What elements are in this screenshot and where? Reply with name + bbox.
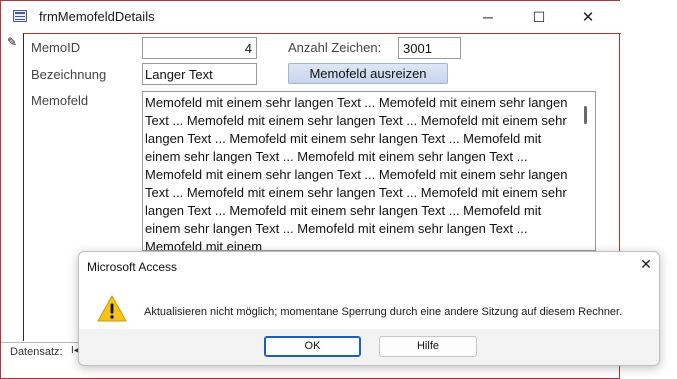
record-selector[interactable]: ✎: [1, 33, 24, 341]
bezeichnung-label: Bezeichnung: [31, 67, 107, 82]
memofeld-ausreizen-button[interactable]: Memofeld ausreizen: [288, 63, 448, 84]
record-navigation-label: Datensatz:: [10, 346, 63, 358]
anzahl-zeichen-label: Anzahl Zeichen:: [288, 40, 382, 55]
maximize-button[interactable]: ☐: [518, 1, 560, 33]
dialog-title-bar[interactable]: Microsoft Access ✕: [79, 252, 659, 282]
message-dialog: Microsoft Access ✕ Aktualisieren nicht m…: [78, 251, 660, 366]
anzahl-zeichen-field[interactable]: 3001: [398, 37, 461, 59]
memofeld-textarea[interactable]: Memofeld mit einem sehr langen Text ... …: [142, 91, 596, 251]
memoid-label: MemoID: [31, 40, 81, 55]
pencil-icon: ✎: [7, 35, 18, 49]
memoid-field[interactable]: 4: [142, 37, 257, 59]
form-icon: [13, 10, 27, 22]
title-bar[interactable]: frmMemofeldDetails ─ ☐ ✕: [1, 1, 621, 34]
dialog-message: Aktualisieren nicht möglich; momentane S…: [144, 306, 623, 318]
dialog-title: Microsoft Access: [87, 260, 178, 274]
memofeld-scrollbar[interactable]: [584, 106, 587, 124]
bezeichnung-field[interactable]: Langer Text: [142, 63, 257, 85]
dialog-close-icon[interactable]: ✕: [634, 256, 658, 278]
close-button[interactable]: ✕: [567, 1, 609, 33]
hilfe-button[interactable]: Hilfe: [379, 336, 477, 357]
memofeld-label: Memofeld: [31, 93, 89, 108]
window-title: frmMemofeldDetails: [39, 9, 155, 24]
minimize-button[interactable]: ─: [467, 1, 509, 33]
ok-button[interactable]: OK: [264, 336, 361, 357]
warning-icon: [97, 295, 127, 322]
